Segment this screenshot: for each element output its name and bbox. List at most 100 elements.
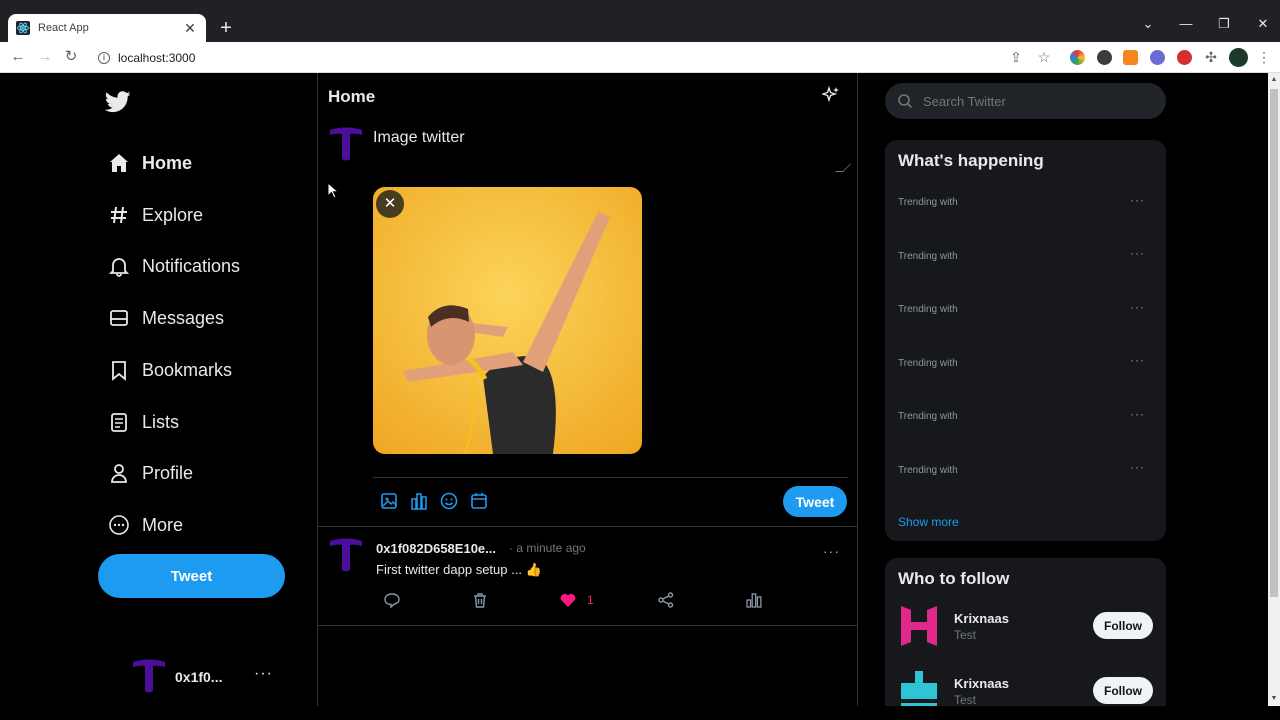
mouse-cursor-icon (327, 182, 339, 199)
search-icon (898, 94, 913, 109)
post-more-icon[interactable]: ··· (823, 543, 840, 559)
compose-divider (373, 477, 848, 478)
sidebar-item-home[interactable]: Home (108, 147, 192, 179)
page-scrollbar[interactable]: ▲ ▼ (1268, 73, 1280, 706)
browser-tab[interactable]: React App ✕ (8, 14, 206, 42)
follow-button[interactable]: Follow (1093, 677, 1153, 704)
color-extension-icon[interactable] (1070, 50, 1085, 65)
textarea-resize-handle[interactable] (835, 164, 851, 172)
sidebar-tweet-button[interactable]: Tweet (98, 554, 285, 598)
search-input[interactable] (923, 93, 1153, 109)
extensions-puzzle-icon[interactable]: ✣ (1203, 49, 1219, 65)
twitter-app: Home Explore Notifications Messages Book… (0, 73, 1268, 718)
scroll-up-icon[interactable]: ▲ (1270, 76, 1278, 86)
show-more-link[interactable]: Show more (898, 515, 959, 529)
compose-textarea[interactable]: Image twitter (373, 129, 465, 147)
account-name[interactable]: 0x1f0... (175, 669, 222, 685)
sparkle-icon[interactable] (822, 86, 840, 104)
trend-item[interactable]: Trending with (898, 411, 958, 422)
list-icon (108, 411, 130, 433)
like-count: 1 (587, 593, 594, 607)
search-bar[interactable] (885, 83, 1166, 119)
reply-icon[interactable] (383, 591, 401, 609)
delete-trash-icon[interactable] (471, 591, 489, 609)
sidebar-item-more[interactable]: More (108, 509, 183, 541)
tab-title: React App (38, 22, 89, 34)
trend-more-icon[interactable]: ··· (1130, 246, 1145, 260)
window-bottom-edge (0, 706, 1280, 720)
address-bar[interactable]: i localhost:3000 (88, 45, 1068, 71)
more-circle-icon (108, 514, 130, 536)
who-to-follow-panel: Who to follow Krixnaas Test Follow Krixn… (885, 558, 1166, 718)
sidebar-item-explore[interactable]: Explore (108, 199, 203, 231)
sidebar-item-notifications[interactable]: Notifications (108, 250, 240, 282)
home-icon (108, 152, 130, 174)
minimize-icon[interactable]: — (1176, 16, 1196, 31)
trend-more-icon[interactable]: ··· (1130, 193, 1145, 207)
follow-name[interactable]: Krixnaas (954, 676, 1009, 691)
account-more-icon[interactable]: ··· (254, 665, 273, 683)
scroll-thumb[interactable] (1270, 89, 1278, 597)
opera-extension-icon[interactable] (1177, 50, 1192, 65)
new-tab-button[interactable]: + (216, 18, 236, 38)
share-icon[interactable] (657, 591, 675, 609)
scroll-down-icon[interactable]: ▼ (1270, 695, 1278, 705)
follow-avatar[interactable] (897, 604, 941, 648)
browser-menu-icon[interactable]: ⋮ (1256, 49, 1272, 65)
trend-more-icon[interactable]: ··· (1130, 407, 1145, 421)
bookmark-icon (108, 359, 130, 381)
twitter-logo-icon[interactable] (105, 91, 131, 113)
trend-more-icon[interactable]: ··· (1130, 460, 1145, 474)
tab-close-icon[interactable]: ✕ (182, 20, 198, 37)
post-avatar[interactable] (328, 536, 364, 574)
trend-item[interactable]: Trending with (898, 465, 958, 476)
sidebar-item-label: Home (142, 152, 193, 173)
trend-item[interactable]: Trending with (898, 304, 958, 315)
k-extension-icon[interactable] (1097, 50, 1112, 65)
account-avatar[interactable] (130, 657, 168, 695)
sidebar-item-messages[interactable]: Messages (108, 302, 224, 334)
follow-name[interactable]: Krixnaas (954, 611, 1009, 626)
post-author-handle[interactable]: 0x1f082D658E10e... (376, 541, 496, 556)
poll-icon[interactable] (409, 491, 429, 511)
feed-divider (318, 625, 858, 626)
profile-avatar[interactable] (1229, 48, 1248, 67)
schedule-calendar-icon[interactable] (469, 491, 489, 511)
follow-subtitle: Test (954, 693, 977, 707)
sidebar-item-lists[interactable]: Lists (108, 406, 179, 438)
restore-icon[interactable]: ❐ (1214, 16, 1234, 32)
analytics-icon[interactable] (745, 591, 763, 609)
sidebar-item-label: Messages (142, 307, 225, 328)
image-upload-icon[interactable] (379, 491, 399, 511)
sidebar-item-profile[interactable]: Profile (108, 457, 193, 489)
reload-icon[interactable]: ↻ (62, 48, 80, 66)
tab-search-icon[interactable]: ⌄ (1138, 16, 1158, 32)
follow-button[interactable]: Follow (1093, 612, 1153, 639)
trend-item[interactable]: Trending with (898, 358, 958, 369)
forward-icon[interactable]: → (36, 48, 54, 66)
compose-tweet-button[interactable]: Tweet (783, 486, 847, 517)
bookmark-star-icon[interactable]: ☆ (1036, 49, 1052, 65)
whats-happening-panel: What's happening Trending with ··· Trend… (885, 140, 1166, 541)
remove-image-button[interactable]: ✕ (376, 190, 404, 218)
mail-icon (108, 307, 130, 329)
page-title: Home (328, 87, 376, 106)
emoji-icon[interactable] (439, 491, 459, 511)
post-timestamp: · a minute ago (509, 541, 586, 555)
like-heart-icon[interactable] (559, 591, 577, 609)
close-window-icon[interactable]: ✕ (1253, 16, 1273, 32)
site-info-icon[interactable]: i (98, 52, 110, 64)
post-text: First twitter dapp setup ... 👍 (376, 562, 542, 577)
back-icon[interactable]: ← (9, 48, 27, 66)
sidebar-item-bookmarks[interactable]: Bookmarks (108, 354, 232, 386)
metamask-icon[interactable] (1123, 50, 1138, 65)
sidebar-item-label: Explore (142, 204, 204, 225)
trend-item[interactable]: Trending with (898, 251, 958, 262)
gear-extension-icon[interactable] (1150, 50, 1165, 65)
who-to-follow-title: Who to follow (898, 569, 1010, 588)
trend-more-icon[interactable]: ··· (1130, 353, 1145, 367)
trend-more-icon[interactable]: ··· (1130, 300, 1145, 314)
trend-item[interactable]: Trending with (898, 197, 958, 208)
share-icon[interactable]: ⇪ (1008, 49, 1024, 65)
bell-icon (108, 255, 130, 277)
